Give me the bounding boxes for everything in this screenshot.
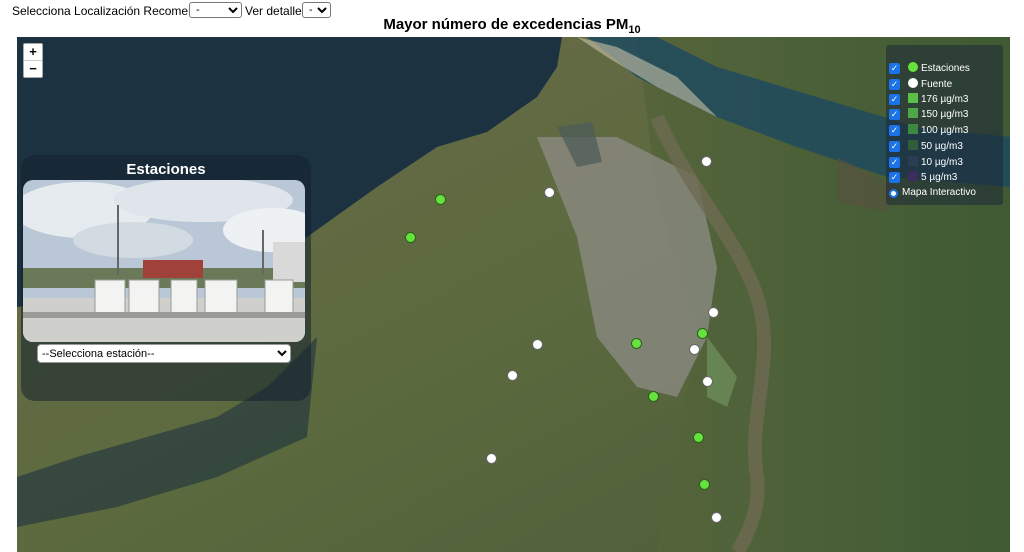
legend-label: 100 µg/m3 bbox=[921, 125, 969, 136]
legend-label: Estaciones bbox=[921, 63, 970, 74]
legend-checkbox[interactable]: ✓ bbox=[889, 141, 900, 152]
legend-label: 50 µg/m3 bbox=[921, 141, 963, 152]
station-photo-image bbox=[23, 180, 305, 342]
legend-checkbox[interactable]: ✓ bbox=[889, 109, 900, 120]
source-marker[interactable] bbox=[711, 512, 722, 523]
legend-item: Fuente bbox=[908, 78, 952, 92]
legend-checkbox[interactable]: ✓ bbox=[889, 94, 900, 105]
station-marker[interactable] bbox=[405, 232, 416, 243]
legend-swatch-icon bbox=[908, 93, 918, 103]
legend-checkbox[interactable]: ✓ bbox=[889, 125, 900, 136]
legend-swatch-icon bbox=[908, 171, 918, 181]
source-marker[interactable] bbox=[701, 156, 712, 167]
zoom-out-button[interactable]: − bbox=[24, 61, 42, 77]
station-photo bbox=[23, 180, 305, 342]
zoom-in-button[interactable]: + bbox=[24, 44, 42, 61]
source-marker[interactable] bbox=[689, 344, 700, 355]
legend-item: Estaciones bbox=[908, 62, 970, 76]
station-marker[interactable] bbox=[693, 432, 704, 443]
source-marker[interactable] bbox=[532, 339, 543, 350]
legend-item: 5 µg/m3 bbox=[908, 171, 957, 185]
legend-swatch-icon bbox=[908, 124, 918, 134]
legend-label: 10 µg/m3 bbox=[921, 157, 963, 168]
legend-swatch-icon bbox=[908, 140, 918, 150]
legend-checkbox[interactable]: ✓ bbox=[889, 157, 900, 168]
title-subscript: 10 bbox=[628, 24, 641, 36]
legend-item: 176 µg/m3 bbox=[908, 93, 968, 107]
legend-checkbox[interactable]: ✓ bbox=[889, 79, 900, 90]
page-title: Mayor número de excedencias PM10 bbox=[0, 16, 1024, 36]
station-marker[interactable] bbox=[648, 391, 659, 402]
source-marker[interactable] bbox=[486, 453, 497, 464]
station-marker[interactable] bbox=[699, 479, 710, 490]
legend-checkbox[interactable]: ✓ bbox=[889, 63, 900, 74]
source-marker[interactable] bbox=[708, 307, 719, 318]
legend-item: 150 µg/m3 bbox=[908, 108, 968, 122]
interactive-map-label: Mapa Interactivo bbox=[902, 187, 976, 198]
stations-panel-title: Estaciones bbox=[126, 161, 206, 178]
legend-dot-icon bbox=[908, 62, 918, 72]
station-marker[interactable] bbox=[435, 194, 446, 205]
stations-panel: Estaciones --Selecciona estación-- bbox=[21, 155, 311, 401]
legend-label: 5 µg/m3 bbox=[921, 172, 958, 183]
title-text: Mayor número de excedencias PM bbox=[383, 16, 629, 33]
legend-panel: ✓ Estaciones ✓ Fuente ✓ 176 µg/m3 ✓ 150 µg/m3 ✓ 1… bbox=[886, 45, 1003, 205]
satellite-map[interactable]: + − Estaciones --Selecciona estación-- ✓… bbox=[17, 37, 1010, 552]
interactive-map-radio[interactable] bbox=[889, 189, 898, 198]
source-marker[interactable] bbox=[507, 370, 518, 381]
station-marker[interactable] bbox=[631, 338, 642, 349]
legend-item: 100 µg/m3 bbox=[908, 124, 968, 138]
legend-label: Fuente bbox=[921, 79, 953, 90]
source-marker[interactable] bbox=[544, 187, 555, 198]
legend-label: 150 µg/m3 bbox=[921, 109, 969, 120]
legend-item: 10 µg/m3 bbox=[908, 156, 963, 170]
source-marker[interactable] bbox=[702, 376, 713, 387]
station-select[interactable]: --Selecciona estación-- bbox=[37, 344, 291, 363]
legend-dot-icon bbox=[908, 78, 918, 88]
legend-item: 50 µg/m3 bbox=[908, 140, 963, 154]
legend-label: 176 µg/m3 bbox=[921, 94, 969, 105]
legend-checkbox[interactable]: ✓ bbox=[889, 172, 900, 183]
zoom-control: + − bbox=[23, 43, 43, 78]
legend-swatch-icon bbox=[908, 156, 918, 166]
station-marker[interactable] bbox=[697, 328, 708, 339]
legend-swatch-icon bbox=[908, 108, 918, 118]
